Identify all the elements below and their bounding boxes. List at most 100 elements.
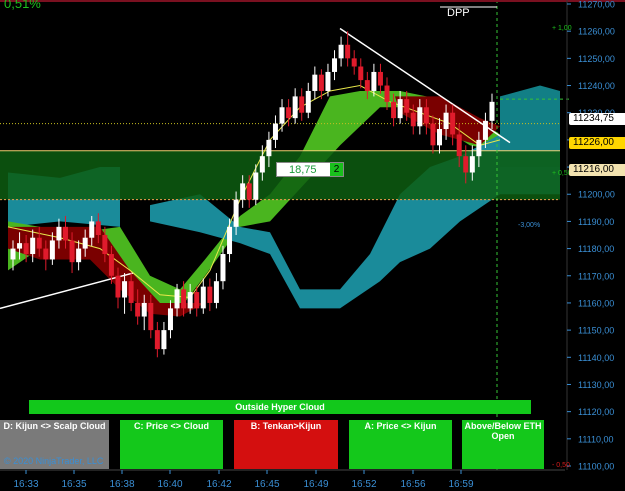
candle-body — [338, 44, 344, 59]
candle-body — [102, 235, 108, 255]
trend-line-lower — [0, 272, 134, 310]
candle-body — [135, 302, 141, 317]
time-tick-label: 16:45 — [254, 479, 279, 490]
price-axis: 11270,0011260,0011250,0011240,0011230,00… — [566, 0, 615, 472]
candle-body — [397, 99, 403, 119]
candle-body — [122, 281, 128, 298]
candle-body — [279, 107, 285, 124]
candle-body — [128, 281, 134, 303]
candle-body — [89, 221, 95, 238]
close-price-label: 11216,00 — [569, 164, 625, 176]
time-tick-label: 16:42 — [206, 479, 231, 490]
candle-body — [82, 237, 88, 249]
candle-body — [56, 226, 62, 241]
candle-body — [463, 156, 469, 173]
time-tick-label: 16:56 — [400, 479, 425, 490]
last-price-label: 11234,75 — [569, 113, 625, 125]
candle-body — [482, 120, 488, 140]
candle-body — [115, 275, 121, 298]
candle-body — [325, 71, 331, 91]
candle-body — [181, 289, 187, 309]
change-percent: 0,51% — [4, 0, 41, 11]
candle-body — [450, 112, 456, 135]
time-tick-label: 16:59 — [448, 479, 473, 490]
candle-body — [187, 292, 193, 309]
candle-body — [272, 123, 278, 140]
candle-body — [30, 237, 36, 255]
candle-body — [141, 302, 147, 317]
candle-body — [253, 172, 259, 200]
candle-body — [371, 71, 377, 91]
price-tick-label: 11270,00 — [578, 0, 615, 10]
candle-body — [404, 99, 410, 113]
price-tick-label: 11160,00 — [578, 298, 614, 308]
candle-body — [489, 101, 495, 121]
tooltip-badge: 2 — [330, 163, 343, 176]
candle-body — [437, 129, 443, 146]
candle-body — [227, 226, 233, 255]
panel-c-price-cloud: C: Price <> Cloud — [120, 420, 223, 469]
candle-body — [167, 308, 173, 331]
candle-body — [391, 101, 397, 119]
candle-body — [351, 58, 357, 67]
minus-three-label: -3,00% — [518, 222, 541, 229]
time-tick-label: 16:52 — [351, 479, 376, 490]
price-tick-label: 11240,00 — [578, 81, 615, 91]
candle-body — [200, 286, 206, 309]
candle-body — [312, 74, 318, 91]
candle-body — [364, 80, 370, 91]
candle-body — [36, 237, 42, 249]
panel-b-tenkan-kijun: B: Tenkan>Kijun — [234, 420, 338, 469]
candle-body — [286, 107, 292, 119]
candle-body — [259, 156, 265, 173]
candle-body — [384, 85, 390, 102]
candle-body — [69, 240, 75, 263]
candle-body — [108, 254, 114, 276]
candle-body — [17, 243, 23, 249]
candle-body — [95, 221, 101, 235]
time-tick-label: 16:35 — [61, 479, 86, 490]
level-price-label: 11226,00 — [569, 137, 625, 149]
candle-body — [62, 226, 68, 241]
candle-body — [417, 107, 423, 127]
panel-a-price-kijun: A: Price <> Kijun — [349, 420, 452, 469]
price-tick-label: 11190,00 — [578, 217, 614, 227]
price-tick-label: 11130,00 — [578, 380, 614, 390]
candle-body — [332, 58, 338, 72]
candle-body — [299, 96, 305, 113]
candle-body — [174, 289, 180, 309]
candle-body — [10, 248, 16, 260]
candle-body — [49, 240, 55, 260]
time-axis: 16:33 16:35 16:38 16:40 16:42 16:45 16:49 16:52… — [0, 469, 565, 490]
time-tick-label: 16:40 — [157, 479, 182, 490]
price-tick-label: 11140,00 — [578, 353, 614, 363]
candle-body — [148, 302, 154, 331]
panel-eth-open: Above/Below ETH Open — [462, 420, 544, 469]
candle-body — [410, 112, 416, 127]
candle-body — [345, 44, 351, 59]
candle-body — [154, 330, 160, 350]
candle-body — [318, 74, 324, 91]
price-tick-label: 11100,00 — [578, 462, 614, 472]
candle-body — [469, 156, 475, 173]
candle-body — [443, 112, 449, 130]
candle-body — [76, 248, 82, 263]
time-tick-label: 16:38 — [109, 479, 134, 490]
candle-body — [358, 66, 364, 81]
candle-body — [161, 330, 167, 350]
price-tick-label: 11200,00 — [578, 190, 615, 200]
candle-body — [476, 139, 482, 157]
candle-body — [423, 107, 429, 124]
price-tick-label: 11120,00 — [578, 407, 614, 417]
price-tick-label: 11250,00 — [578, 54, 615, 64]
candle-body — [233, 199, 239, 227]
price-tick-label: 11170,00 — [578, 271, 614, 281]
candle-body — [194, 292, 200, 309]
price-tick-label: 11110,00 — [578, 434, 614, 444]
copyright: © 2020 NinjaTrader, LLC — [4, 456, 104, 466]
dpp-label: DPP — [447, 7, 470, 19]
tooltip-value: 18,75 — [289, 164, 317, 176]
price-tick-label: 11150,00 — [578, 326, 614, 336]
candle-body — [456, 134, 462, 157]
price-tick-label: 11260,00 — [578, 27, 615, 37]
